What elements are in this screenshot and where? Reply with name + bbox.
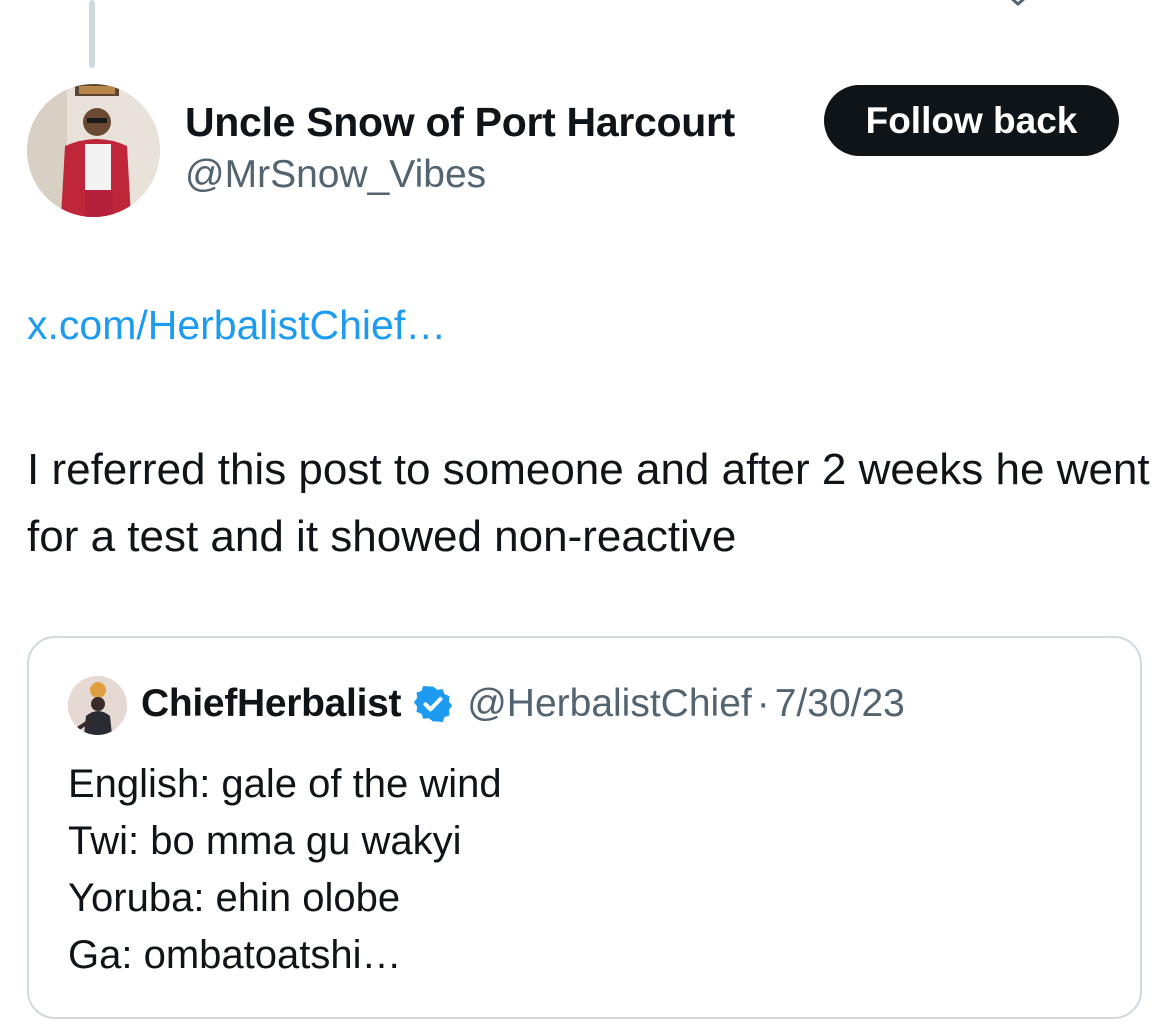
quoted-tweet-card[interactable]: ChiefHerbalist @HerbalistChief · 7/30/23… — [27, 636, 1142, 1019]
author-avatar[interactable] — [27, 84, 160, 217]
avatar-photo — [27, 84, 160, 217]
thread-connector-line — [89, 0, 95, 68]
quoted-tweet-date[interactable]: 7/30/23 — [775, 682, 905, 726]
author-display-name[interactable]: Uncle Snow of Port Harcourt — [185, 99, 735, 146]
tweet-url-link[interactable]: x.com/HerbalistChief… — [27, 302, 446, 349]
quoted-tweet-header: ChiefHerbalist @HerbalistChief · 7/30/23 — [141, 682, 905, 726]
quoted-text-line: Twi: bo mma gu wakyi — [68, 819, 462, 863]
share-icon[interactable] — [1000, 0, 1036, 6]
follow-back-button[interactable]: Follow back — [824, 85, 1119, 156]
quoted-text-line: English: gale of the wind — [68, 762, 502, 806]
quoted-author-handle[interactable]: @HerbalistChief — [467, 682, 752, 726]
quoted-author-name[interactable]: ChiefHerbalist — [141, 682, 402, 726]
verified-badge-icon — [414, 685, 453, 723]
quoted-avatar-photo — [68, 676, 127, 735]
quoted-text-line: Ga: ombatoatshi… — [68, 933, 402, 977]
tweet-text: I referred this post to someone and afte… — [27, 445, 1150, 561]
author-handle[interactable]: @MrSnow_Vibes — [185, 153, 486, 197]
quoted-tweet-text: English: gale of the wind Twi: bo mma gu… — [68, 756, 502, 984]
tweet-page: Uncle Snow of Port Harcourt @MrSnow_Vibe… — [0, 0, 1169, 1026]
quoted-author-avatar[interactable] — [68, 676, 127, 735]
header-separator: · — [756, 682, 770, 725]
quoted-text-line: Yoruba: ehin olobe — [68, 876, 401, 920]
